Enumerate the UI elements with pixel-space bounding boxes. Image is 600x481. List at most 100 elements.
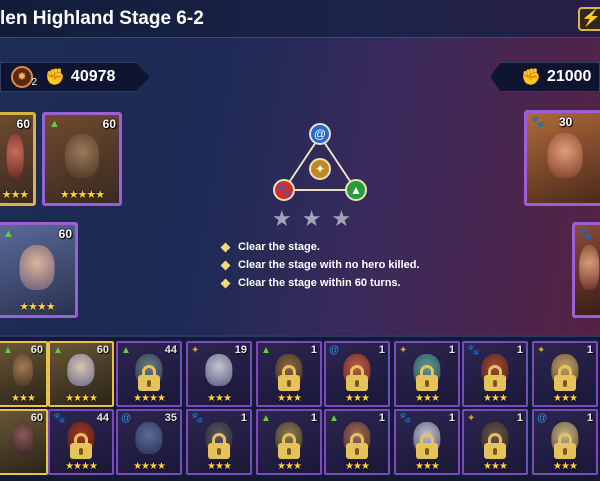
- hero-portrait: [547, 132, 583, 178]
- hero-level: 1: [378, 412, 385, 424]
- faction-icon: 🐾: [53, 413, 66, 424]
- roster-hero-slot[interactable]: ✦ 1 ★★★: [462, 409, 528, 475]
- objective-text: Clear the stage with no hero killed.: [238, 259, 420, 271]
- player-hero-slot-2[interactable]: ▲ 60 ★★★★★: [42, 112, 122, 206]
- star-icon: ★: [301, 206, 322, 231]
- roster-hero-slot[interactable]: 60: [0, 409, 48, 475]
- roster-hero-slot[interactable]: ▲ 60 ★★★★: [48, 341, 114, 407]
- objectives-list: Clear the stage. Clear the stage with no…: [220, 240, 420, 294]
- roster-hero-slot[interactable]: ✦ 1 ★★★: [394, 341, 460, 407]
- hero-stars: ★★★: [553, 461, 578, 472]
- roster-hero-slot[interactable]: ✦ 1 ★★★: [532, 341, 598, 407]
- lock-icon: [346, 365, 368, 391]
- hero-stars: ★★★: [277, 393, 302, 404]
- faction-icon: 🐾: [191, 413, 204, 424]
- roster-hero-slot[interactable]: @1 ★★★: [324, 341, 390, 407]
- hero-level: 35: [164, 412, 177, 424]
- hero-level: 1: [586, 344, 593, 356]
- hero-portrait: [12, 354, 34, 387]
- roster-hero-slot[interactable]: @1 ★★★: [532, 409, 598, 475]
- hero-stars: ★★★: [415, 393, 440, 404]
- hero-stars: ★★★: [207, 461, 232, 472]
- hero-level: 44: [164, 344, 177, 356]
- lock-icon: [70, 433, 92, 459]
- player-power-value: 40978: [70, 68, 116, 85]
- faction-icon: @: [537, 413, 548, 424]
- lock-icon: [346, 433, 368, 459]
- faction-icon: ✦: [191, 345, 200, 356]
- enemy-power-value: 21000: [546, 68, 592, 85]
- faction-icon: @: [329, 345, 340, 356]
- objective-item: Clear the stage within 60 turns.: [220, 276, 420, 290]
- faction-bonus-diagram[interactable]: @ ✦ 🐾 ▲: [270, 122, 370, 212]
- faction-icon: ✦: [399, 345, 408, 356]
- objective-text: Clear the stage.: [238, 241, 320, 253]
- hero-level: 60: [30, 412, 43, 424]
- faction-icon: ▲: [261, 345, 271, 356]
- hero-stars: ★★★: [483, 461, 508, 472]
- roster-hero-slot[interactable]: 🐾 1 ★★★: [394, 409, 460, 475]
- enemy-hero-slot-2[interactable]: 🐾: [572, 222, 600, 318]
- roster-hero-slot[interactable]: @35 ★★★★: [116, 409, 182, 475]
- hero-stars: ★★★: [553, 393, 578, 404]
- faction-icon: @: [121, 413, 132, 424]
- hero-stars: ★★★: [11, 393, 36, 404]
- roster-hero-slot[interactable]: ▲ 1 ★★★: [256, 341, 322, 407]
- objective-item: Clear the stage with no hero killed.: [220, 258, 420, 272]
- light-faction-icon: ✦: [309, 158, 331, 180]
- hero-stars: ★★★: [483, 393, 508, 404]
- roster-hero-slot[interactable]: ▲ 60 ★★★: [0, 341, 48, 407]
- top-bar: len Highland Stage 6-2 ⚡: [0, 0, 600, 38]
- forest-faction-icon: ▲: [3, 228, 14, 240]
- objective-text: Clear the stage within 60 turns.: [238, 277, 401, 289]
- faction-icon: ▲: [329, 413, 339, 424]
- hero-portrait: [579, 244, 599, 290]
- hero-stars: ★★★: [345, 393, 370, 404]
- roster-hero-slot[interactable]: ✦ 19 ★★★: [186, 341, 252, 407]
- lightning-icon[interactable]: ⚡: [578, 7, 600, 31]
- hero-stars: ★★★: [277, 461, 302, 472]
- roster-hero-slot[interactable]: ▲ 1 ★★★: [324, 409, 390, 475]
- roster-hero-slot[interactable]: ▲ 44 ★★★★: [116, 341, 182, 407]
- hero-level: 1: [516, 344, 523, 356]
- beast-faction-icon: 🐾: [579, 228, 593, 240]
- hero-level: 60: [30, 344, 43, 356]
- lock-icon: [138, 365, 160, 391]
- hero-stars: ★★★: [207, 393, 232, 404]
- forest-faction-icon: ▲: [49, 118, 60, 130]
- enemy-hero-slot-1[interactable]: 🐾 30: [524, 110, 600, 206]
- hero-portrait: [19, 244, 55, 290]
- roster-hero-slot[interactable]: 🐾 1 ★★★: [462, 341, 528, 407]
- roster-hero-slot[interactable]: 🐾 44 ★★★★: [48, 409, 114, 475]
- hero-portrait: [12, 422, 34, 455]
- hero-level: 60: [96, 344, 109, 356]
- hero-level: 44: [96, 412, 109, 424]
- roster-hero-slot[interactable]: ▲ 1 ★★★: [256, 409, 322, 475]
- faction-icon: 🐾: [399, 413, 412, 424]
- hero-portrait: [64, 134, 100, 179]
- faction-icon: ▲: [3, 345, 13, 356]
- objective-item: Clear the stage.: [220, 240, 420, 254]
- hero-level: 1: [448, 344, 455, 356]
- roster-hero-slot[interactable]: 🐾 1 ★★★: [186, 409, 252, 475]
- player-hero-slot-1[interactable]: 60 ★★★: [0, 112, 36, 206]
- hero-portrait: [205, 354, 233, 387]
- rank-badge-icon[interactable]: ✸ 2: [11, 66, 37, 88]
- hero-roster: ▲ 60 ★★★ ▲ 60 ★★★★ ▲ 44 ★★★★ ✦ 19 ★★★ ▲ 1 ★★★ @1 ★★★ ✦ 1 ★★…: [0, 335, 600, 481]
- lock-icon: [484, 365, 506, 391]
- stage-title: len Highland Stage 6-2: [0, 8, 204, 29]
- lock-icon: [484, 433, 506, 459]
- storm-faction-icon: @: [309, 123, 331, 145]
- hero-level: 19: [234, 344, 247, 356]
- enemy-power-bar: ✊ 21000: [490, 62, 600, 92]
- star-icon: ★: [331, 206, 352, 231]
- faction-icon: ✦: [537, 345, 546, 356]
- fist-icon: ✊: [521, 69, 541, 86]
- faction-icon: ▲: [121, 345, 131, 356]
- stage-stars: ★ ★ ★: [272, 206, 351, 232]
- hero-level: 1: [378, 344, 385, 356]
- faction-icon: 🐾: [467, 345, 480, 356]
- player-hero-slot-3[interactable]: ▲ 60 ★★★★: [0, 222, 78, 318]
- diamond-bullet-icon: [220, 260, 231, 270]
- lock-icon: [278, 365, 300, 391]
